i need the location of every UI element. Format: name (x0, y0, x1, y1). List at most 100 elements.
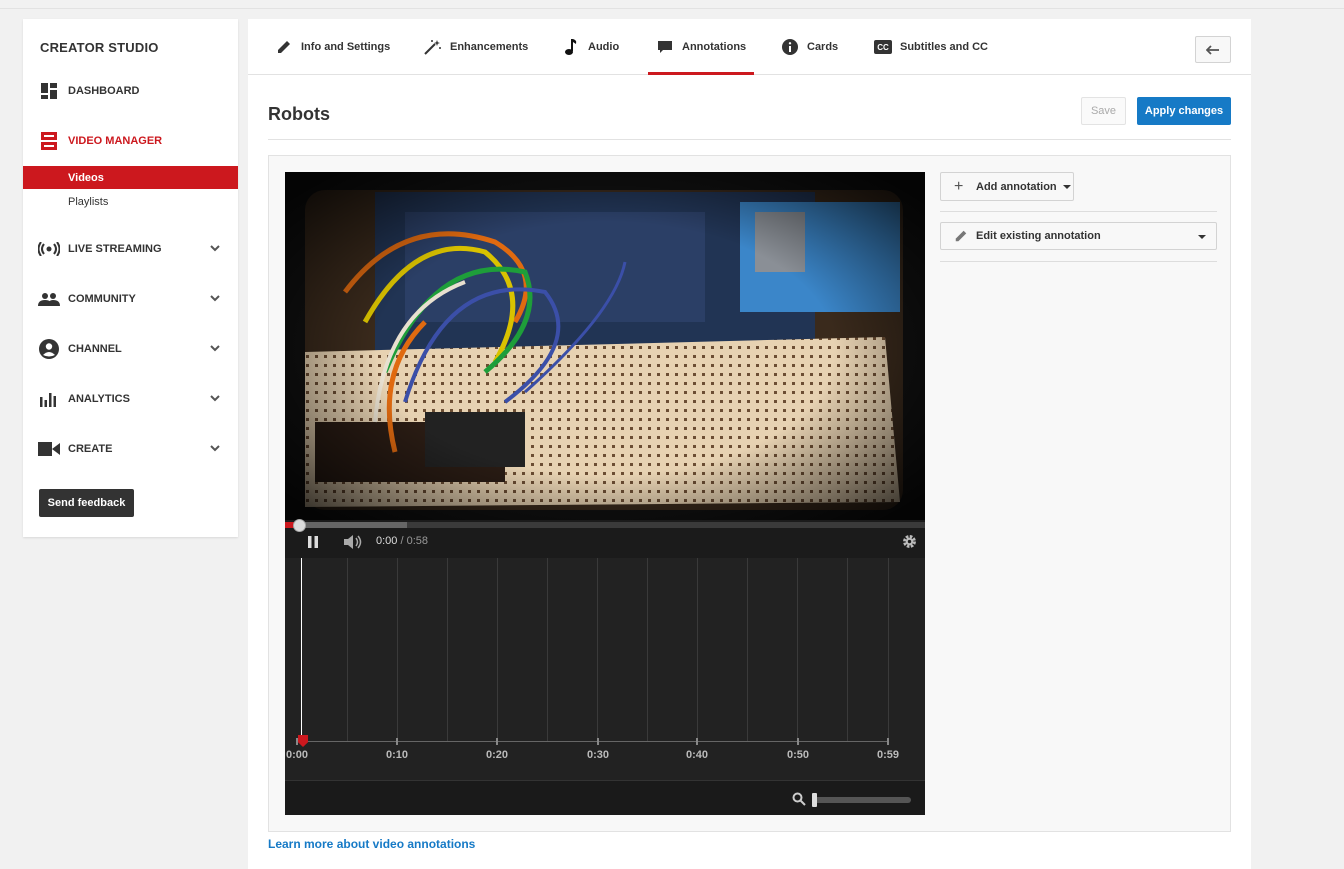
editor-tabs: Info and Settings Enhancements Audio Ann… (248, 19, 1251, 75)
time-display: 0:00 / 0:58 (376, 535, 428, 547)
top-bar (0, 0, 1344, 9)
sidebar-item-channel[interactable]: CHANNEL (23, 334, 238, 364)
timeline-label: 0:10 (385, 749, 409, 761)
timeline-label: 0:50 (786, 749, 810, 761)
sidebar-subitem-label: Videos (68, 171, 104, 184)
grid-line (697, 558, 698, 741)
dashboard-icon (38, 80, 60, 102)
apply-changes-button[interactable]: Apply changes (1137, 97, 1231, 125)
tab-label: Subtitles and CC (900, 41, 989, 53)
tab-subtitles[interactable]: CC Subtitles and CC (874, 19, 988, 75)
zoom-slider-track[interactable] (813, 797, 911, 803)
timeline-tick (496, 738, 498, 745)
timeline-tick (597, 738, 599, 745)
sidebar-item-label: CREATE (68, 443, 113, 455)
timeline-label: 0:40 (685, 749, 709, 761)
pencil-icon (955, 230, 967, 242)
grid-line (847, 558, 848, 741)
timeline-tick (696, 738, 698, 745)
edit-existing-annotation-dropdown[interactable]: Edit existing annotation (940, 222, 1217, 250)
duration: 0:58 (406, 535, 429, 547)
timeline-label: 0:59 (876, 749, 900, 761)
playhead-marker[interactable] (298, 735, 308, 747)
video-frame[interactable] (285, 172, 925, 525)
tab-enhancements[interactable]: Enhancements (424, 19, 528, 75)
grid-line (747, 558, 748, 741)
plus-icon: + (954, 177, 964, 195)
grid-line (547, 558, 548, 741)
grid-line (797, 558, 798, 741)
sidebar-item-community[interactable]: COMMUNITY (23, 284, 238, 314)
sidebar-item-live-streaming[interactable]: LIVE STREAMING (23, 234, 238, 264)
sidebar-item-analytics[interactable]: ANALYTICS (23, 384, 238, 414)
sidebar-item-label: ANALYTICS (68, 393, 130, 405)
grid-line (347, 558, 348, 741)
edit-annotation-label: Edit existing annotation (976, 230, 1101, 242)
pencil-icon (275, 38, 293, 56)
divider (940, 211, 1217, 212)
grid-line (647, 558, 648, 741)
caret-down-icon (1062, 184, 1071, 189)
tab-label: Info and Settings (301, 41, 391, 53)
tab-annotations[interactable]: Annotations (647, 19, 755, 75)
back-button[interactable] (1195, 36, 1231, 63)
chevron-down-icon[interactable] (209, 242, 221, 254)
sidebar-item-dashboard[interactable]: DASHBOARD (23, 76, 238, 106)
community-icon (38, 288, 60, 310)
timeline-label: 0:30 (586, 749, 610, 761)
tab-label: Annotations (682, 41, 747, 53)
tab-info-settings[interactable]: Info and Settings (275, 19, 390, 75)
wand-icon (424, 38, 442, 56)
chevron-down-icon[interactable] (209, 442, 221, 454)
cc-icon: CC (874, 38, 892, 56)
send-feedback-button[interactable]: Send feedback (39, 489, 134, 517)
channel-icon (38, 338, 60, 360)
tab-label: Cards (807, 41, 839, 53)
scrubber-handle[interactable] (293, 519, 306, 532)
chevron-down-icon[interactable] (209, 342, 221, 354)
divider (268, 139, 1231, 140)
tab-cards[interactable]: Cards (781, 19, 838, 75)
zoom-icon (792, 792, 806, 806)
page-title: Robots (268, 104, 330, 124)
main-panel: Info and Settings Enhancements Audio Ann… (248, 19, 1251, 869)
chevron-down-icon[interactable] (209, 392, 221, 404)
music-icon (562, 38, 580, 56)
player-controls: 0:00 / 0:58 (285, 519, 925, 558)
grid-line (497, 558, 498, 741)
grid-line (888, 558, 889, 741)
tab-label: Enhancements (450, 41, 529, 53)
back-arrow-icon (1206, 44, 1219, 55)
pause-icon[interactable] (306, 535, 320, 549)
sidebar-item-video-manager[interactable]: VIDEO MANAGER (23, 126, 238, 156)
create-icon (38, 438, 60, 460)
timeline-tick (797, 738, 799, 745)
sidebar-item-label: DASHBOARD (68, 85, 140, 97)
tab-audio[interactable]: Audio (562, 19, 619, 75)
sidebar-subitem-label: Playlists (68, 195, 109, 208)
time-separator: / (397, 535, 407, 547)
sidebar-title: CREATOR STUDIO (40, 40, 159, 55)
chevron-down-icon[interactable] (209, 292, 221, 304)
sidebar: CREATOR STUDIO DASHBOARD VIDEO MANAGER V… (23, 19, 238, 537)
timeline-label: 0:20 (485, 749, 509, 761)
add-annotation-button[interactable]: + Add annotation (940, 172, 1074, 201)
gear-icon[interactable] (902, 534, 917, 549)
timeline-playhead[interactable] (301, 558, 302, 744)
sidebar-item-label: CHANNEL (68, 343, 122, 355)
learn-more-link[interactable]: Learn more about video annotations (268, 837, 475, 851)
timeline-tick (887, 738, 889, 745)
sidebar-item-playlists[interactable]: Playlists (23, 190, 238, 213)
annotation-timeline[interactable]: 0:00 0:10 0:20 0:30 0:40 0:50 0:59 (285, 558, 925, 815)
timeline-axis (299, 741, 889, 742)
sidebar-item-videos[interactable]: Videos (23, 166, 238, 189)
sidebar-item-create[interactable]: CREATE (23, 434, 238, 464)
timeline-tick (296, 738, 298, 745)
zoom-slider-handle[interactable] (812, 793, 817, 807)
save-button[interactable]: Save (1081, 97, 1126, 125)
caret-down-icon (1198, 235, 1206, 239)
timeline-label: 0:00 (285, 749, 309, 761)
volume-icon[interactable] (343, 535, 363, 549)
grid-line (447, 558, 448, 741)
annotation-editor: 0:00 / 0:58 0:00 0:10 0:20 0:30 0:40 0:5… (268, 155, 1231, 832)
